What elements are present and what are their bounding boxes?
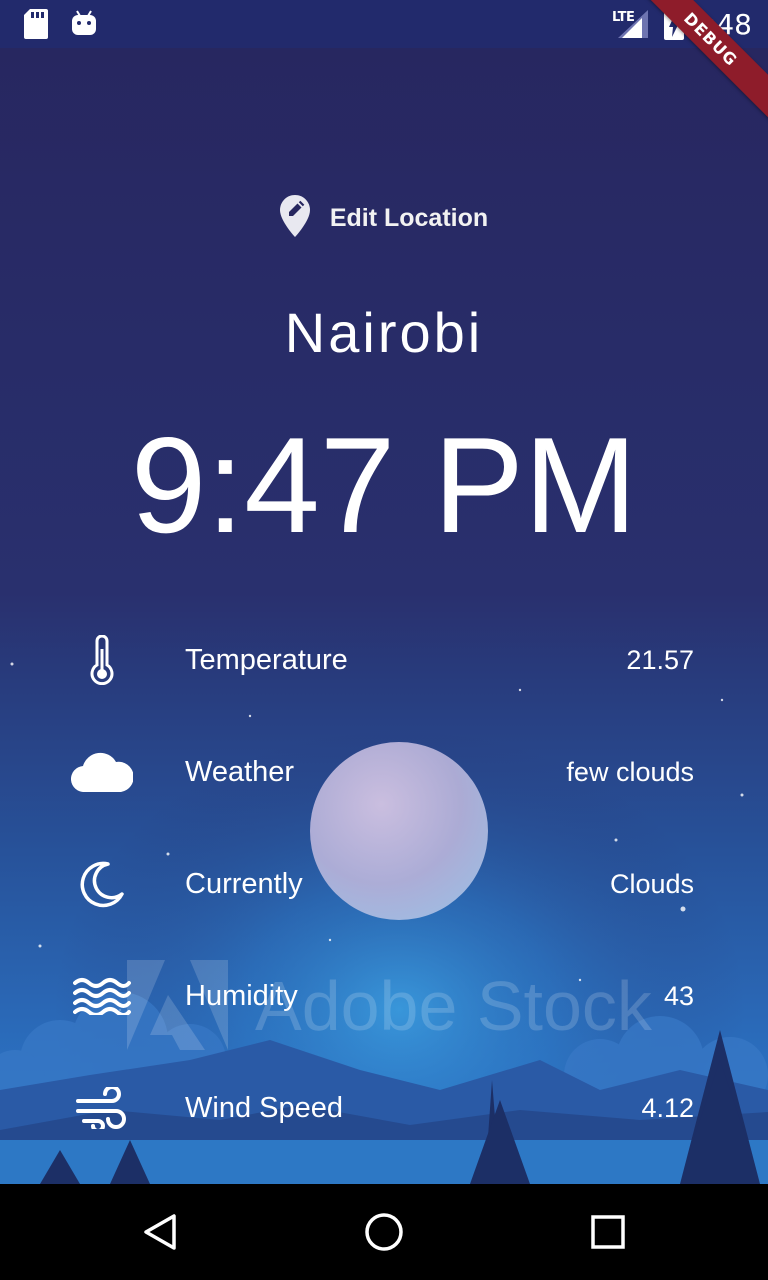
stat-value: 21.57 [626, 644, 694, 675]
location-edit-icon [279, 194, 310, 242]
local-time: 9:47 PM [130, 409, 638, 561]
stat-row-weather: Weather few clouds [0, 716, 768, 828]
recents-icon[interactable] [584, 1208, 632, 1256]
navigation-bar [0, 1184, 768, 1280]
home-icon[interactable] [360, 1208, 408, 1256]
stat-row-wind-speed: Wind Speed 4.12 [0, 1052, 768, 1164]
signal-icon [618, 10, 648, 43]
humidity-waves-icon [64, 966, 140, 1026]
stat-row-humidity: Humidity 43 [0, 940, 768, 1052]
weather-stats-list: Temperature 21.57 Weather few clouds Cur… [0, 604, 768, 1164]
edit-location-button[interactable]: Edit Location [0, 190, 768, 246]
stat-value: 4.12 [641, 1092, 694, 1123]
back-icon[interactable] [136, 1208, 184, 1256]
stat-row-temperature: Temperature 21.57 [0, 604, 768, 716]
stat-value: few clouds [566, 756, 694, 787]
moon-icon [64, 854, 140, 914]
thermometer-icon [64, 630, 140, 690]
stat-label: Humidity [185, 979, 298, 1012]
cloud-icon [64, 742, 140, 802]
stat-label: Currently [185, 867, 303, 900]
wind-icon [64, 1078, 140, 1138]
sd-card-icon [24, 9, 48, 44]
stat-label: Weather [185, 755, 295, 788]
stat-row-currently: Currently Clouds [0, 828, 768, 940]
status-bar: LTE 7:48 [0, 0, 768, 48]
android-icon [70, 9, 98, 42]
stat-label: Temperature [185, 643, 348, 676]
stat-label: Wind Speed [185, 1091, 343, 1124]
stat-value: Clouds [609, 868, 694, 899]
stat-value: 43 [663, 980, 694, 1011]
edit-location-label: Edit Location [329, 203, 489, 232]
city-name: Nairobi [284, 301, 484, 364]
